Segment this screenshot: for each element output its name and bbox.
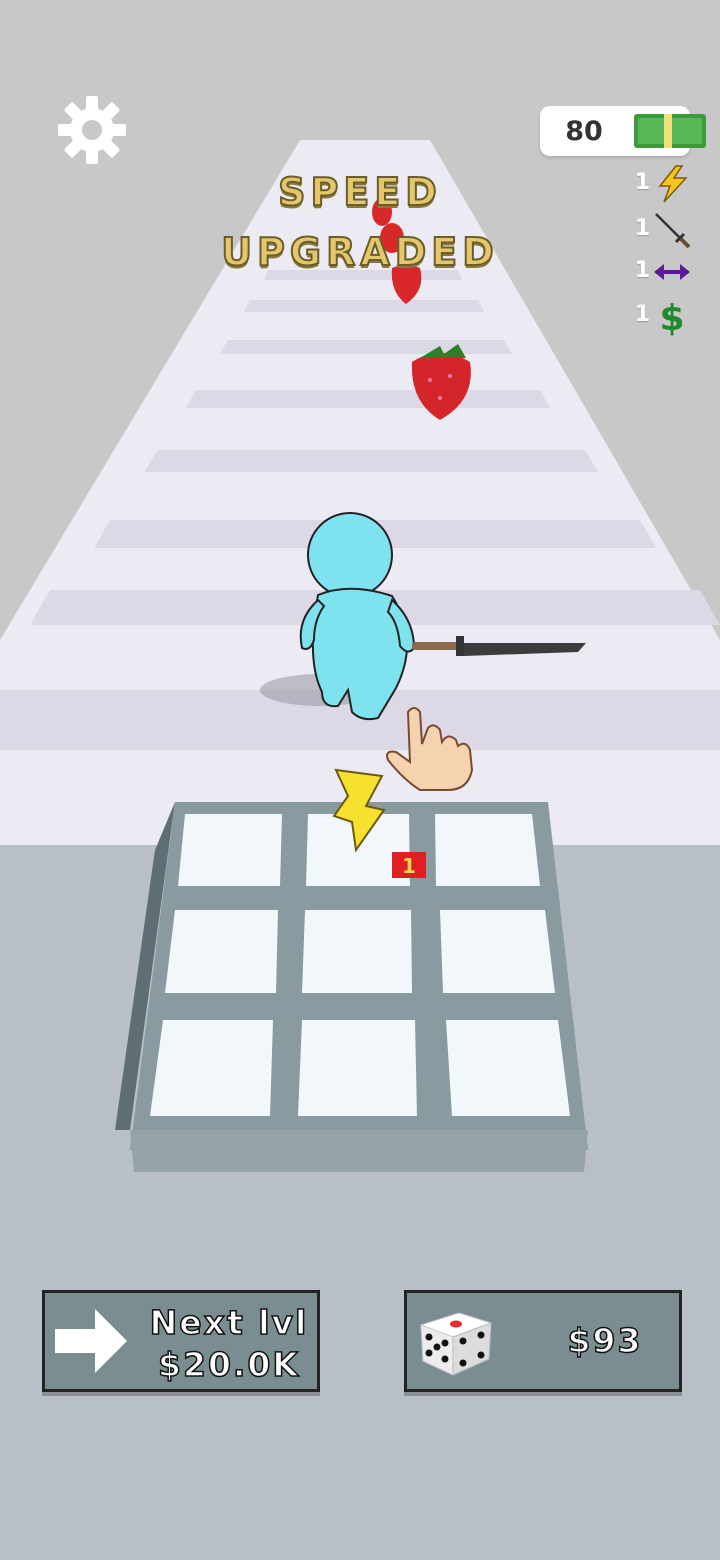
stat-sword: 1 xyxy=(600,210,720,250)
merge-grid[interactable] xyxy=(115,802,588,1172)
next-level-label: Next lvl xyxy=(149,1302,309,1343)
stat-speed-count: 1 xyxy=(634,170,650,195)
stat-speed: 1 xyxy=(600,164,720,204)
stat-sword-count: 1 xyxy=(634,216,650,241)
dice-price: $93 xyxy=(567,1320,643,1361)
dice-icon xyxy=(419,1312,493,1376)
money-value: 80 xyxy=(565,116,603,147)
upgrade-banner-line2: UPGRADED xyxy=(220,229,499,275)
stat-income-count: 1 xyxy=(634,302,650,327)
slot-badge: 1 xyxy=(402,854,416,878)
stat-income: 1 $ xyxy=(600,296,720,336)
lightning-bolt-icon xyxy=(658,165,688,203)
stat-range-count: 1 xyxy=(634,258,650,283)
double-arrow-icon xyxy=(654,264,690,280)
upgrade-banner-line1: SPEED xyxy=(277,169,442,215)
arrow-right-icon xyxy=(55,1309,127,1373)
buy-dice-button[interactable]: $93 xyxy=(404,1290,682,1392)
next-level-button[interactable]: Next lvl $20.0K xyxy=(42,1290,320,1392)
stat-range: 1 xyxy=(600,252,720,292)
dollar-sign-icon: $ xyxy=(659,298,684,336)
sword-icon xyxy=(655,213,691,249)
gear-icon[interactable] xyxy=(56,94,128,166)
cash-icon xyxy=(634,114,706,148)
money-counter: 80 xyxy=(540,106,706,156)
svg-text:$: $ xyxy=(659,298,684,336)
next-level-price: $20.0K xyxy=(157,1344,300,1385)
